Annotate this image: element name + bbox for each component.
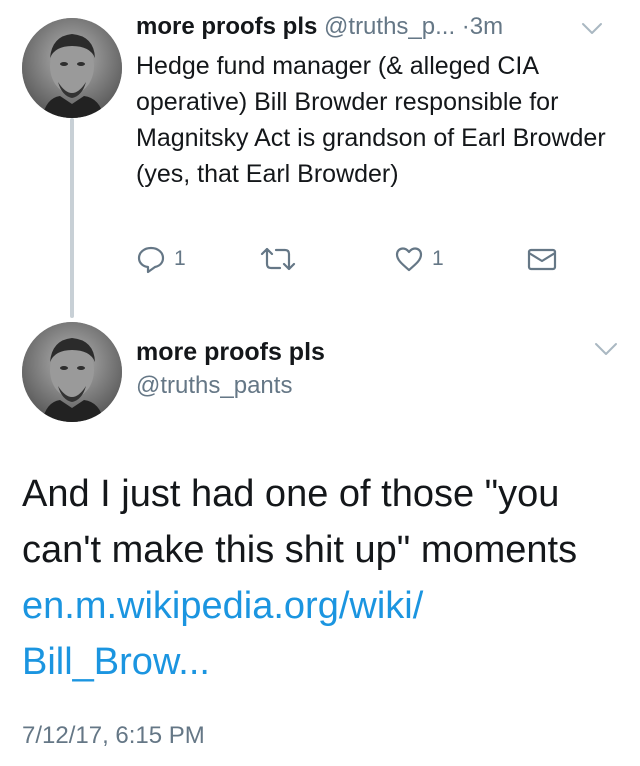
- tweet-link[interactable]: en.m.wikipedia.org/wiki/ Bill_Brow...: [22, 578, 622, 690]
- direct-message-icon: [527, 248, 557, 271]
- reply-icon: [137, 246, 165, 274]
- avatar[interactable]: [22, 322, 122, 422]
- tweet-link-line1[interactable]: en.m.wikipedia.org/wiki/: [22, 585, 423, 627]
- tweet-date[interactable]: 7/12/17, 6:15 PM: [22, 722, 205, 750]
- tweet-text: And I just had one of those "you can't m…: [22, 473, 578, 571]
- reply-button[interactable]: 1: [136, 244, 186, 274]
- tweet-header: more proofs pls @truths_p... ·3m: [136, 12, 636, 42]
- main-tweet-text-block: And I just had one of those "you can't m…: [22, 466, 622, 690]
- chevron-down-icon[interactable]: [594, 342, 618, 356]
- avatar[interactable]: [22, 18, 122, 118]
- user-handle[interactable]: @truths_pants: [136, 370, 325, 402]
- display-name[interactable]: more proofs pls: [136, 13, 317, 40]
- user-handle[interactable]: @truths_p...: [324, 13, 455, 40]
- main-tweet-header: more proofs pls @truths_pants: [136, 336, 325, 402]
- separator-dot: ·: [461, 13, 470, 40]
- display-name[interactable]: more proofs pls: [136, 336, 325, 368]
- reply-count: 1: [174, 247, 186, 270]
- retweet-button[interactable]: [258, 244, 306, 274]
- like-icon: [395, 247, 423, 272]
- direct-message-button[interactable]: [526, 244, 558, 274]
- tweet-link-line2[interactable]: Bill_Brow...: [22, 641, 210, 683]
- tweet-actions: 1 1: [136, 244, 616, 280]
- retweet-icon: [260, 247, 296, 271]
- like-button[interactable]: 1: [394, 244, 444, 274]
- thread-connector-line: [70, 118, 74, 318]
- timestamp[interactable]: 3m: [470, 13, 503, 40]
- chevron-down-icon[interactable]: [581, 22, 603, 36]
- tweet-text: Hedge fund manager (& alleged CIA operat…: [136, 52, 606, 188]
- like-count: 1: [432, 247, 444, 270]
